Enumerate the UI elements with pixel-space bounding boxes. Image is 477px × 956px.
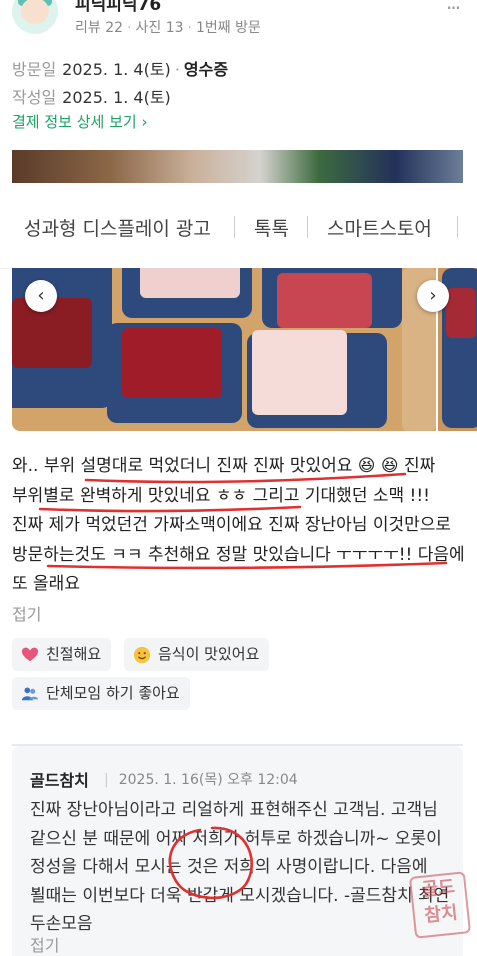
reviewer-stats: 리뷰 22 · 사진 13 · 1번째 방문 — [75, 20, 261, 36]
ad-menu-divider — [457, 216, 458, 238]
payment-details-link[interactable]: 결제 정보 상세 보기 › — [12, 111, 147, 132]
more-options-icon[interactable]: ··· — [446, 0, 461, 20]
keyword-label: 친절해요 — [46, 645, 102, 663]
ad-menu-divider — [307, 216, 308, 238]
review-text: 와.. 부위 설명대로 먹었더니 진짜 진짜 맛있어요 😆 😆 진짜 부위별로 … — [12, 456, 465, 594]
ad-menu-display-ads[interactable]: 성과형 디스플레이 광고 — [24, 214, 211, 241]
write-date-label: 작성일 — [12, 88, 57, 107]
photo-strip — [12, 150, 463, 183]
group-icon — [21, 687, 39, 701]
reply-text: 진짜 장난아님이라고 리얼하게 표현해주신 고객님. 고객님 같으신 분 때문에… — [30, 800, 450, 934]
next-photo-button[interactable]: › — [417, 280, 449, 312]
chevron-right-icon: › — [429, 285, 437, 306]
reviewer-nickname[interactable]: 피닉피닉76 — [75, 0, 161, 15]
chevron-left-icon: ‹ — [37, 285, 45, 306]
keyword-label: 단체모임 하기 좋아요 — [46, 684, 180, 702]
visit-date-value: 2025. 1. 4(토) — [62, 60, 171, 79]
receipt-badge: 영수증 — [183, 60, 229, 79]
reply-date: | 2025. 1. 16(목) 오후 12:04 — [104, 772, 298, 788]
ad-menu-talktalk[interactable]: 톡톡 — [254, 214, 289, 241]
reply-date-text: 2025. 1. 16(목) 오후 12:04 — [118, 772, 298, 788]
keyword-chip-group: 단체모임 하기 좋아요 — [12, 677, 190, 710]
reply-owner-name: 골드참치 — [30, 771, 89, 790]
ad-menu-smartstore[interactable]: 스마트스토어 — [327, 214, 432, 241]
photo-count: 사진 13 — [135, 20, 184, 36]
review-photo[interactable] — [12, 268, 436, 431]
write-date-row: 작성일 2025. 1. 4(토) — [12, 84, 171, 108]
keyword-label: 음식이 맛있어요 — [158, 645, 260, 663]
write-date-value: 2025. 1. 4(토) — [62, 88, 171, 107]
reply-fold-button[interactable]: 접기 — [30, 932, 59, 956]
watermark-stamp: 골드 참치 — [408, 871, 472, 939]
avatar[interactable] — [12, 0, 58, 34]
keyword-chip-tasty: 음식이 맛있어요 — [124, 638, 270, 671]
yum-face-icon — [133, 646, 151, 664]
visit-date-row: 방문일 2025. 1. 4(토) · 영수증 — [12, 60, 229, 79]
review-count: 리뷰 22 — [75, 20, 124, 36]
visit-count: 1번째 방문 — [195, 20, 261, 36]
prev-photo-button[interactable]: ‹ — [25, 280, 57, 312]
keyword-chip-kind: 친절해요 — [12, 638, 112, 671]
visit-date-label: 방문일 — [12, 60, 57, 79]
ad-menu-divider — [234, 216, 235, 238]
review-fold-button[interactable]: 접기 — [12, 601, 41, 625]
heart-icon — [21, 647, 39, 662]
